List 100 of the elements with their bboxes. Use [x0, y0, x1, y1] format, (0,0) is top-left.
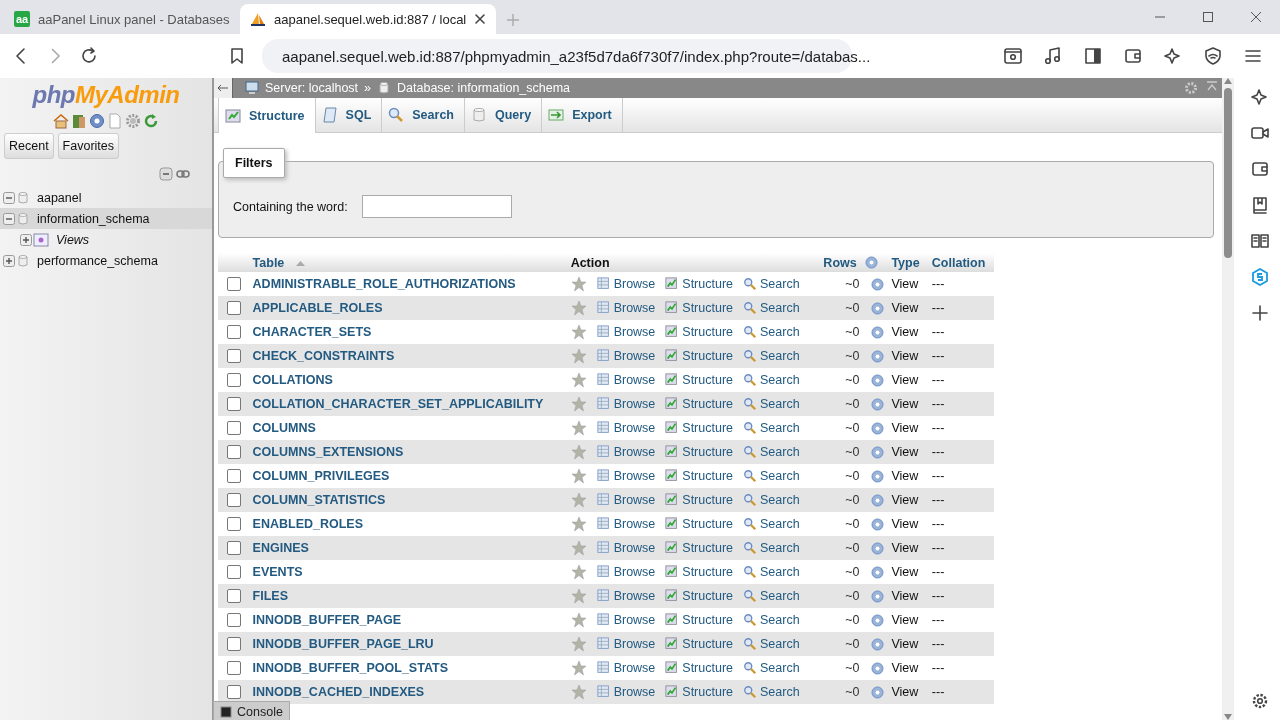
- help-icon[interactable]: [864, 256, 878, 269]
- star-icon[interactable]: [570, 588, 587, 604]
- action-link[interactable]: Browse: [596, 445, 656, 459]
- music-note-icon[interactable]: [1044, 47, 1062, 65]
- table-name-link[interactable]: COLUMN_PRIVILEGES: [252, 469, 390, 483]
- help-icon[interactable]: [871, 661, 885, 675]
- action-link[interactable]: Browse: [596, 277, 656, 291]
- help-icon[interactable]: [871, 685, 885, 699]
- tree-item[interactable]: information_schema: [0, 208, 212, 229]
- table-name-link[interactable]: INNODB_BUFFER_POOL_STATS: [252, 661, 448, 675]
- browser-tab[interactable]: aapanel.sequel.web.id:887 / local: [240, 4, 497, 34]
- action-link[interactable]: Browse: [596, 349, 656, 363]
- server-link[interactable]: Server: localhost: [265, 81, 359, 95]
- action-link[interactable]: Search: [743, 613, 800, 627]
- star-icon[interactable]: [570, 372, 587, 388]
- action-link[interactable]: Browse: [596, 469, 656, 483]
- nav-tab[interactable]: Recent: [4, 133, 54, 159]
- action-link[interactable]: Structure: [665, 421, 734, 435]
- help-icon[interactable]: [871, 397, 885, 411]
- wallet-icon[interactable]: [1251, 160, 1269, 178]
- scrollbar-thumb[interactable]: [1224, 88, 1232, 258]
- action-link[interactable]: Search: [743, 421, 800, 435]
- expand-icon[interactable]: [3, 254, 15, 267]
- collapse-all-icon[interactable]: [159, 167, 173, 181]
- action-link[interactable]: Structure: [665, 349, 734, 363]
- help-icon[interactable]: [871, 613, 885, 627]
- input-field[interactable]: [361, 195, 512, 218]
- action-link[interactable]: Structure: [665, 373, 734, 387]
- star-icon[interactable]: [570, 324, 587, 340]
- action-link[interactable]: Browse: [596, 661, 656, 675]
- action-link[interactable]: Search: [743, 349, 800, 363]
- star-icon[interactable]: [570, 564, 587, 580]
- action-link[interactable]: Search: [743, 277, 800, 291]
- tree-label[interactable]: aapanel: [37, 190, 82, 205]
- action-link[interactable]: Browse: [596, 301, 656, 315]
- action-link[interactable]: Browse: [596, 493, 656, 507]
- table-name-link[interactable]: EVENTS: [252, 565, 303, 579]
- action-link[interactable]: Browse: [596, 421, 656, 435]
- collapse-icon[interactable]: [1206, 81, 1218, 93]
- help-icon[interactable]: [871, 637, 885, 651]
- hexagon-logo-icon[interactable]: [1251, 268, 1269, 286]
- back-arrow-icon[interactable]: [217, 84, 229, 92]
- action-link[interactable]: Search: [743, 445, 800, 459]
- tree-label[interactable]: performance_schema: [37, 253, 158, 268]
- checkbox[interactable]: [227, 277, 241, 291]
- table-name-link[interactable]: ADMINISTRABLE_ROLE_AUTHORIZATIONS: [252, 277, 516, 291]
- expand-icon[interactable]: [20, 233, 32, 246]
- tab[interactable]: Export: [542, 98, 623, 132]
- close-icon[interactable]: [1250, 11, 1262, 23]
- action-link[interactable]: Structure: [665, 445, 734, 459]
- sort-arrow-icon[interactable]: [296, 259, 306, 266]
- table-name-link[interactable]: COLUMNS: [252, 421, 316, 435]
- console-button[interactable]: Console: [213, 701, 290, 720]
- star-icon[interactable]: [570, 444, 587, 460]
- action-link[interactable]: Search: [743, 685, 800, 699]
- checkbox[interactable]: [227, 397, 241, 411]
- browser-tab[interactable]: aa aaPanel Linux panel - Databases: [4, 4, 240, 34]
- action-link[interactable]: Search: [743, 397, 800, 411]
- checkbox[interactable]: [227, 637, 241, 651]
- action-link[interactable]: Search: [743, 541, 800, 555]
- help-icon[interactable]: [89, 113, 105, 129]
- checkbox[interactable]: [227, 445, 241, 459]
- table-name-link[interactable]: INNODB_BUFFER_PAGE: [252, 613, 401, 627]
- tab[interactable]: SQL: [315, 98, 383, 132]
- tree-item[interactable]: Views: [0, 229, 212, 250]
- action-link[interactable]: Browse: [596, 637, 656, 651]
- checkbox[interactable]: [227, 325, 241, 339]
- exit-door-icon[interactable]: [71, 113, 87, 129]
- star-icon[interactable]: [570, 660, 587, 676]
- action-link[interactable]: Browse: [596, 613, 656, 627]
- checkbox[interactable]: [227, 301, 241, 315]
- action-link[interactable]: Browse: [596, 517, 656, 531]
- menu-icon[interactable]: [1244, 47, 1262, 65]
- star-icon[interactable]: [570, 420, 587, 436]
- action-link[interactable]: Structure: [665, 493, 734, 507]
- action-link[interactable]: Search: [743, 373, 800, 387]
- star-icon[interactable]: [570, 540, 587, 556]
- open-book-icon[interactable]: [1251, 232, 1269, 250]
- action-link[interactable]: Search: [743, 325, 800, 339]
- help-icon[interactable]: [871, 541, 885, 555]
- action-link[interactable]: Structure: [665, 589, 734, 603]
- action-link[interactable]: Structure: [665, 661, 734, 675]
- bookmark-book-icon[interactable]: [1251, 196, 1269, 214]
- close-icon[interactable]: [474, 13, 487, 25]
- action-link[interactable]: Structure: [665, 565, 734, 579]
- action-link[interactable]: Structure: [665, 301, 734, 315]
- star-icon[interactable]: [570, 492, 587, 508]
- table-name-link[interactable]: FILES: [252, 589, 288, 603]
- wallet-icon[interactable]: [1124, 47, 1142, 65]
- home-icon[interactable]: [53, 113, 69, 129]
- action-link[interactable]: Structure: [665, 637, 734, 651]
- action-link[interactable]: Browse: [596, 397, 656, 411]
- checkbox[interactable]: [227, 493, 241, 507]
- tab[interactable]: Query: [465, 98, 543, 132]
- maximize-icon[interactable]: [1202, 11, 1214, 23]
- table-name-link[interactable]: ENABLED_ROLES: [252, 517, 364, 531]
- help-icon[interactable]: [871, 445, 885, 459]
- plus-icon[interactable]: [1251, 304, 1269, 322]
- help-icon[interactable]: [871, 349, 885, 363]
- star-icon[interactable]: [570, 612, 587, 628]
